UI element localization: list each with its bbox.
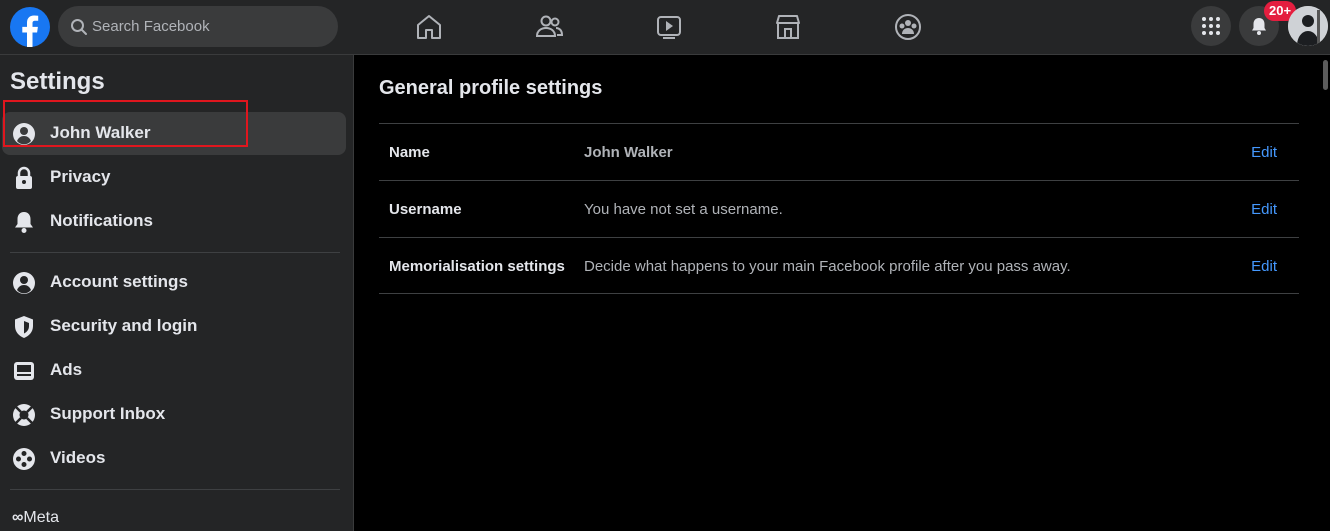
sidebar-item-privacy[interactable]: Privacy [2, 156, 346, 199]
sidebar-divider [10, 489, 340, 490]
bell-icon [15, 212, 33, 233]
settings-table: Name John Walker Edit Username You have … [379, 123, 1299, 294]
sidebar-item-label: Security and login [50, 316, 198, 335]
search-icon [71, 19, 87, 35]
sidebar-item-label: Privacy [50, 167, 111, 186]
row-label: Name [389, 144, 430, 161]
bell-icon [1252, 18, 1266, 35]
grid-icon [1202, 17, 1220, 35]
row-label: Memorialisation settings [389, 258, 565, 275]
menu-grid-button[interactable] [1191, 6, 1231, 46]
row-label: Username [389, 201, 462, 218]
shield-icon [15, 316, 33, 338]
sidebar-item-notifications[interactable]: Notifications [2, 200, 346, 243]
lifebuoy-icon [13, 404, 35, 426]
sidebar-item-security[interactable]: Security and login [2, 305, 346, 348]
top-navigation-bar: 20+ [0, 0, 1330, 55]
search-box[interactable] [58, 6, 338, 47]
sidebar-item-label: Videos [50, 448, 106, 467]
avatar[interactable] [1288, 6, 1328, 46]
groups-icon[interactable] [891, 10, 925, 44]
sidebar-item-videos[interactable]: Videos [2, 437, 346, 480]
highlight-box [3, 100, 248, 147]
sidebar-item-account-settings[interactable]: Account settings [2, 261, 346, 304]
page-title: General profile settings [379, 77, 603, 99]
account-icon [13, 272, 35, 294]
sidebar-item-ads[interactable]: Ads [2, 349, 346, 392]
row-value: Decide what happens to your main Faceboo… [584, 258, 1071, 275]
home-icon[interactable] [412, 10, 446, 44]
meta-infinity-icon: ∞ [12, 509, 24, 526]
edit-link[interactable]: Edit [1251, 144, 1277, 161]
facebook-logo-icon[interactable] [10, 7, 50, 47]
film-icon [13, 448, 35, 470]
settings-row-username[interactable]: Username You have not set a username. Ed… [379, 180, 1299, 237]
marketplace-icon[interactable] [771, 10, 805, 44]
sidebar-item-support-inbox[interactable]: Support Inbox [2, 393, 346, 436]
row-value: You have not set a username. [584, 201, 783, 218]
meta-logo[interactable]: ∞Meta [12, 509, 59, 527]
row-value: John Walker [584, 144, 673, 161]
edit-link[interactable]: Edit [1251, 258, 1277, 275]
scrollbar-track[interactable] [1320, 55, 1330, 531]
watch-icon[interactable] [652, 10, 686, 44]
sidebar-item-label: Notifications [50, 211, 153, 230]
sidebar-divider [10, 252, 340, 253]
sidebar-item-label: Support Inbox [50, 404, 166, 423]
settings-row-memorialisation[interactable]: Memorialisation settings Decide what hap… [379, 237, 1299, 294]
ads-icon [14, 362, 34, 380]
scrollbar-thumb[interactable] [1323, 60, 1328, 90]
sidebar-title: Settings [10, 68, 105, 95]
edit-link[interactable]: Edit [1251, 201, 1277, 218]
sidebar-item-label: Ads [50, 360, 83, 379]
settings-row-name[interactable]: Name John Walker Edit [379, 123, 1299, 180]
friends-icon[interactable] [532, 10, 566, 44]
lock-icon [16, 166, 32, 189]
sidebar-item-label: Account settings [50, 272, 188, 291]
search-input[interactable] [92, 6, 332, 47]
